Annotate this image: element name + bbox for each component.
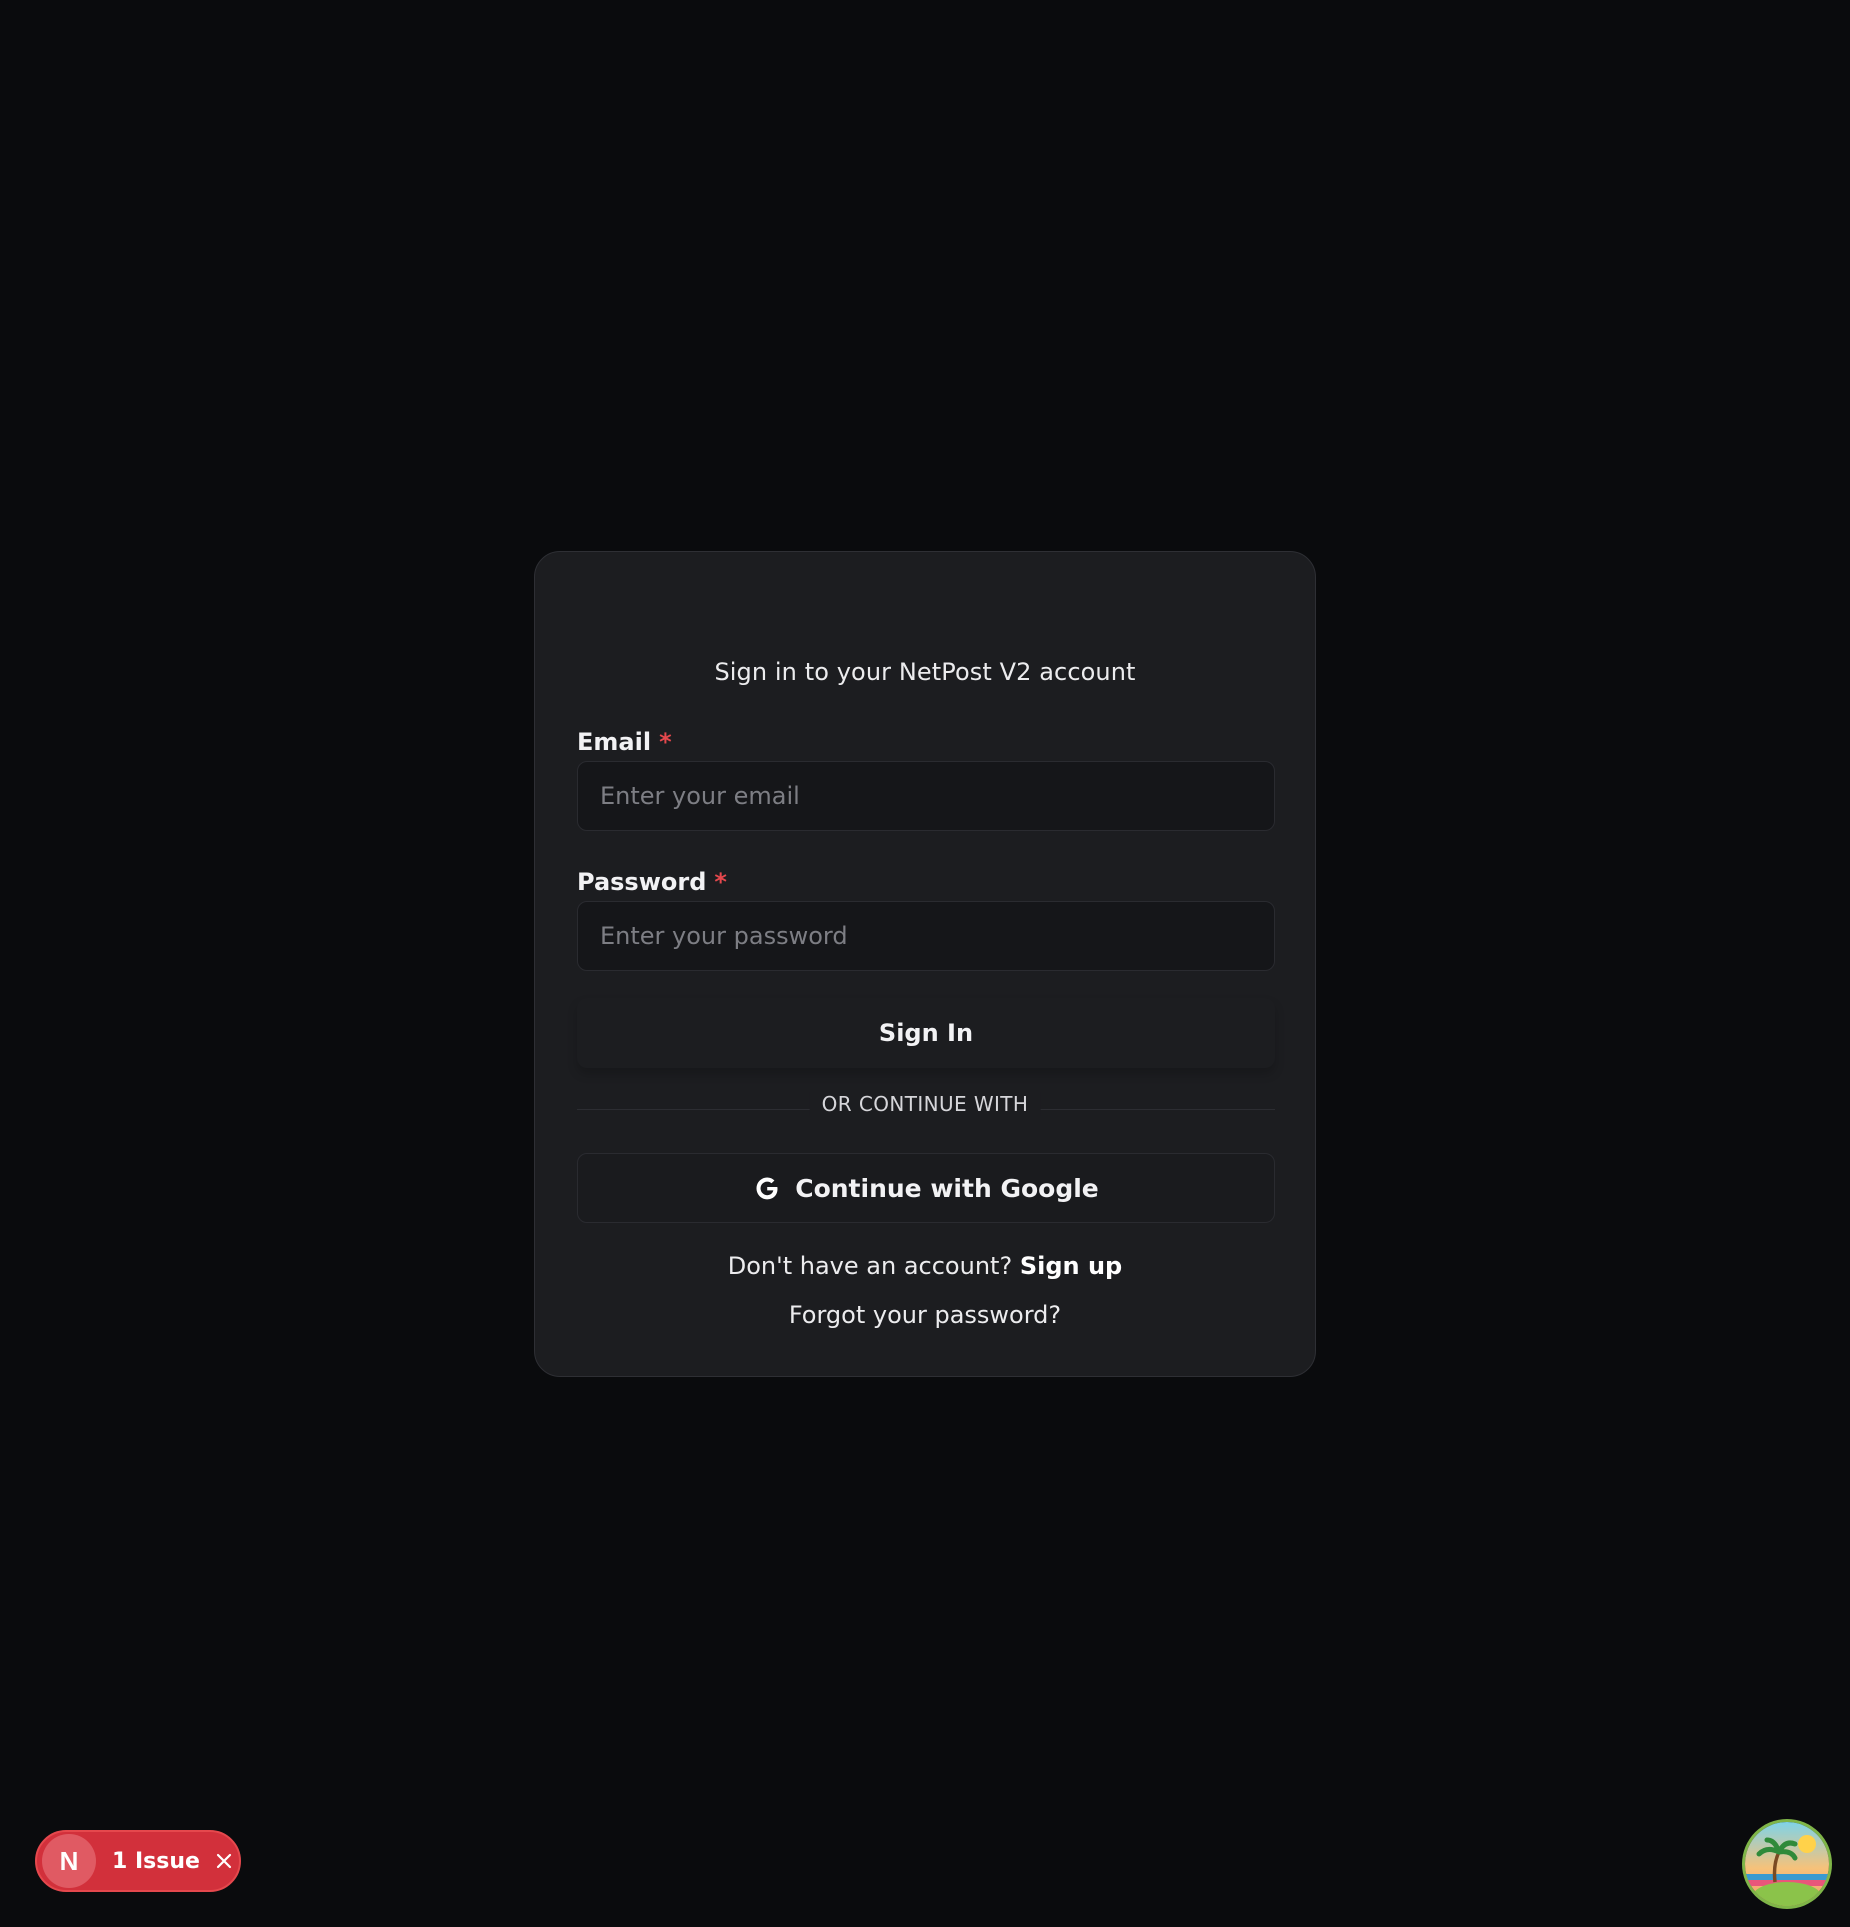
island-avatar-icon[interactable] [1745, 1822, 1829, 1906]
email-label: Email * [577, 728, 672, 756]
email-required-mark: * [659, 728, 672, 756]
password-label: Password * [577, 868, 727, 896]
sign-in-button[interactable]: Sign In [577, 998, 1275, 1068]
password-label-text: Password [577, 868, 707, 896]
forgot-password-link[interactable]: Forgot your password? [535, 1301, 1315, 1329]
sign-in-card: Sign in to your NetPost V2 account Email… [534, 551, 1316, 1377]
password-required-mark: * [714, 868, 727, 896]
issues-count-label: 1 Issue [112, 1848, 200, 1874]
nextjs-logo-icon: N [42, 1834, 96, 1888]
sign-up-link[interactable]: Sign up [1020, 1252, 1122, 1280]
password-input[interactable] [577, 901, 1275, 971]
email-label-text: Email [577, 728, 652, 756]
google-g-icon [753, 1174, 781, 1202]
sign-in-subtitle: Sign in to your NetPost V2 account [714, 658, 1136, 686]
issues-badge[interactable]: N 1 Issue [35, 1830, 241, 1892]
continue-with-google-button[interactable]: Continue with Google [577, 1153, 1275, 1223]
divider-text: OR CONTINUE WITH [809, 1092, 1041, 1116]
signup-prompt: Don't have an account? Sign up [535, 1252, 1315, 1280]
no-account-text: Don't have an account? [727, 1252, 1013, 1280]
email-input[interactable] [577, 761, 1275, 831]
google-button-label: Continue with Google [795, 1173, 1099, 1203]
close-icon[interactable] [214, 1851, 234, 1871]
